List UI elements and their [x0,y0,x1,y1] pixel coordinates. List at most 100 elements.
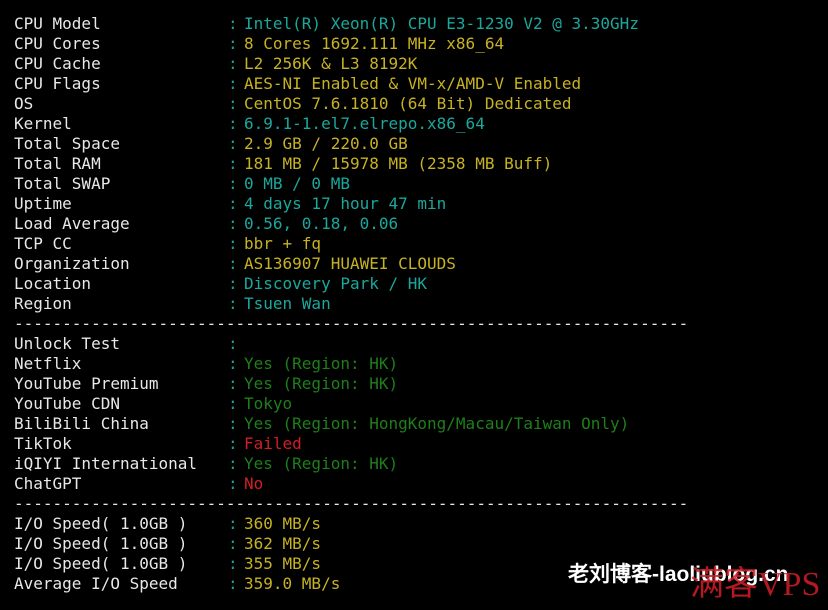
row-value: AS136907 HUAWEI CLOUDS [244,254,456,273]
row-label: Total SWAP [14,174,111,193]
info-row: Load Average:0.56, 0.18, 0.06 [14,214,828,234]
row-label: TikTok [14,434,72,453]
row-value: Discovery Park / HK [244,274,428,293]
row-label: Uptime [14,194,72,213]
info-row: iQIYI International: Yes (Region: HK) [14,454,828,474]
row-value: Failed [244,434,302,453]
row-value: 0 MB / 0 MB [244,174,350,193]
row-label: Region [14,294,72,313]
row-label: ChatGPT [14,474,82,493]
row-colon: : [228,294,238,313]
info-row: CPU Cores:8 Cores 1692.111 MHz x86_64 [14,34,828,54]
watermark-brand: 满客VPS [690,566,821,603]
row-value: 8 Cores 1692.111 MHz x86_64 [244,34,505,53]
row-label: YouTube CDN [14,394,120,413]
row-label: I/O Speed( 1.0GB ) [14,554,188,573]
info-row: Unlock Test: [14,334,828,354]
row-colon: : [228,234,238,253]
row-label: I/O Speed( 1.0GB ) [14,514,188,533]
row-label: Unlock Test [14,334,120,353]
info-row: CPU Model: Intel(R) Xeon(R) CPU E3-1230 V… [14,14,828,34]
row-label: CPU Cores [14,34,101,53]
separator: ----------------------------------------… [14,494,689,513]
row-value: No [244,474,264,493]
row-value: Yes (Region: HK) [244,354,399,373]
row-label: Load Average [14,214,130,233]
row-label: YouTube Premium [14,374,159,393]
row-colon: : [228,194,238,213]
info-row: Region: Tsuen Wan [14,294,828,314]
info-row: Kernel:6.9.1-1.el7.elrepo.x86_64 [14,114,828,134]
row-value: Tsuen Wan [244,294,331,313]
row-colon: : [228,74,238,93]
row-colon: : [228,14,238,33]
row-colon: : [228,394,238,413]
row-value: 360 MB/s [244,514,322,533]
row-value: Yes (Region: HK) [244,454,399,473]
row-value: AES-NI Enabled & VM-x/AMD-V Enabled [244,74,582,93]
row-colon: : [228,434,238,453]
info-row: Total RAM:181 MB / 15978 MB (2358 MB Buf… [14,154,828,174]
row-colon: : [228,554,238,573]
row-colon: : [228,274,238,293]
row-value: 181 MB / 15978 MB (2358 MB Buff) [244,154,553,173]
row-label: CPU Flags [14,74,101,93]
row-colon: : [228,154,238,173]
info-row: CPU Cache: L2 256K & L3 8192K [14,54,828,74]
row-colon: : [228,134,238,153]
info-row: BiliBili China: Yes (Region: HongKong/Mac… [14,414,828,434]
row-label: I/O Speed( 1.0GB ) [14,534,188,553]
row-value: 2.9 GB / 220.0 GB [244,134,408,153]
row-label: Netflix [14,354,82,373]
row-colon: : [228,54,238,73]
row-colon: : [228,374,238,393]
row-label: Kernel [14,114,72,133]
row-label: Organization [14,254,130,273]
row-colon: : [228,454,238,473]
info-row: ChatGPT: No [14,474,828,494]
row-colon: : [228,514,238,533]
info-row: Organization: AS136907 HUAWEI CLOUDS [14,254,828,274]
row-value: bbr + fq [244,234,322,253]
row-colon: : [228,34,238,53]
row-colon: : [228,214,238,233]
info-row: Netflix: Yes (Region: HK) [14,354,828,374]
row-label: Total RAM [14,154,101,173]
info-row: TCP CC: bbr + fq [14,234,828,254]
system-info-section: CPU Model: Intel(R) Xeon(R) CPU E3-1230 V… [14,14,828,314]
row-label: TCP CC [14,234,72,253]
row-value: L2 256K & L3 8192K [244,54,418,73]
info-row: Uptime:4 days 17 hour 47 min [14,194,828,214]
info-row: YouTube Premium: Yes (Region: HK) [14,374,828,394]
row-value: 355 MB/s [244,554,322,573]
row-value: 359.0 MB/s [244,574,341,593]
row-value: Yes (Region: HK) [244,374,399,393]
row-value: Yes (Region: HongKong/Macau/Taiwan Only) [244,414,630,433]
row-label: CPU Model [14,14,101,33]
row-label: OS [14,94,34,113]
info-row: CPU Flags: AES-NI Enabled & VM-x/AMD-V En… [14,74,828,94]
row-label: BiliBili China [14,414,149,433]
row-value: 6.9.1-1.el7.elrepo.x86_64 [244,114,485,133]
info-row: TikTok: Failed [14,434,828,454]
row-colon: : [228,114,238,133]
row-label: iQIYI International [14,454,198,473]
terminal-output: CPU Model: Intel(R) Xeon(R) CPU E3-1230 V… [14,14,828,594]
info-row: OS: CentOS 7.6.1810 (64 Bit) Dedicated [14,94,828,114]
info-row: Location: Discovery Park / HK [14,274,828,294]
row-value: 4 days 17 hour 47 min [244,194,447,213]
row-colon: : [228,474,238,493]
row-colon: : [228,534,238,553]
row-label: Average I/O Speed [14,574,178,593]
info-row: YouTube CDN: Tokyo [14,394,828,414]
row-colon: : [228,414,238,433]
info-row: Total Space:2.9 GB / 220.0 GB [14,134,828,154]
info-row: Total SWAP:0 MB / 0 MB [14,174,828,194]
row-label: CPU Cache [14,54,101,73]
row-colon: : [228,254,238,273]
row-value: Intel(R) Xeon(R) CPU E3-1230 V2 @ 3.30GH… [244,14,639,33]
row-value: CentOS 7.6.1810 (64 Bit) Dedicated [244,94,572,113]
row-label: Location [14,274,92,293]
separator: ----------------------------------------… [14,314,689,333]
unlock-test-section: Unlock Test: Netflix: Yes (Region: HK) YouT… [14,334,828,494]
